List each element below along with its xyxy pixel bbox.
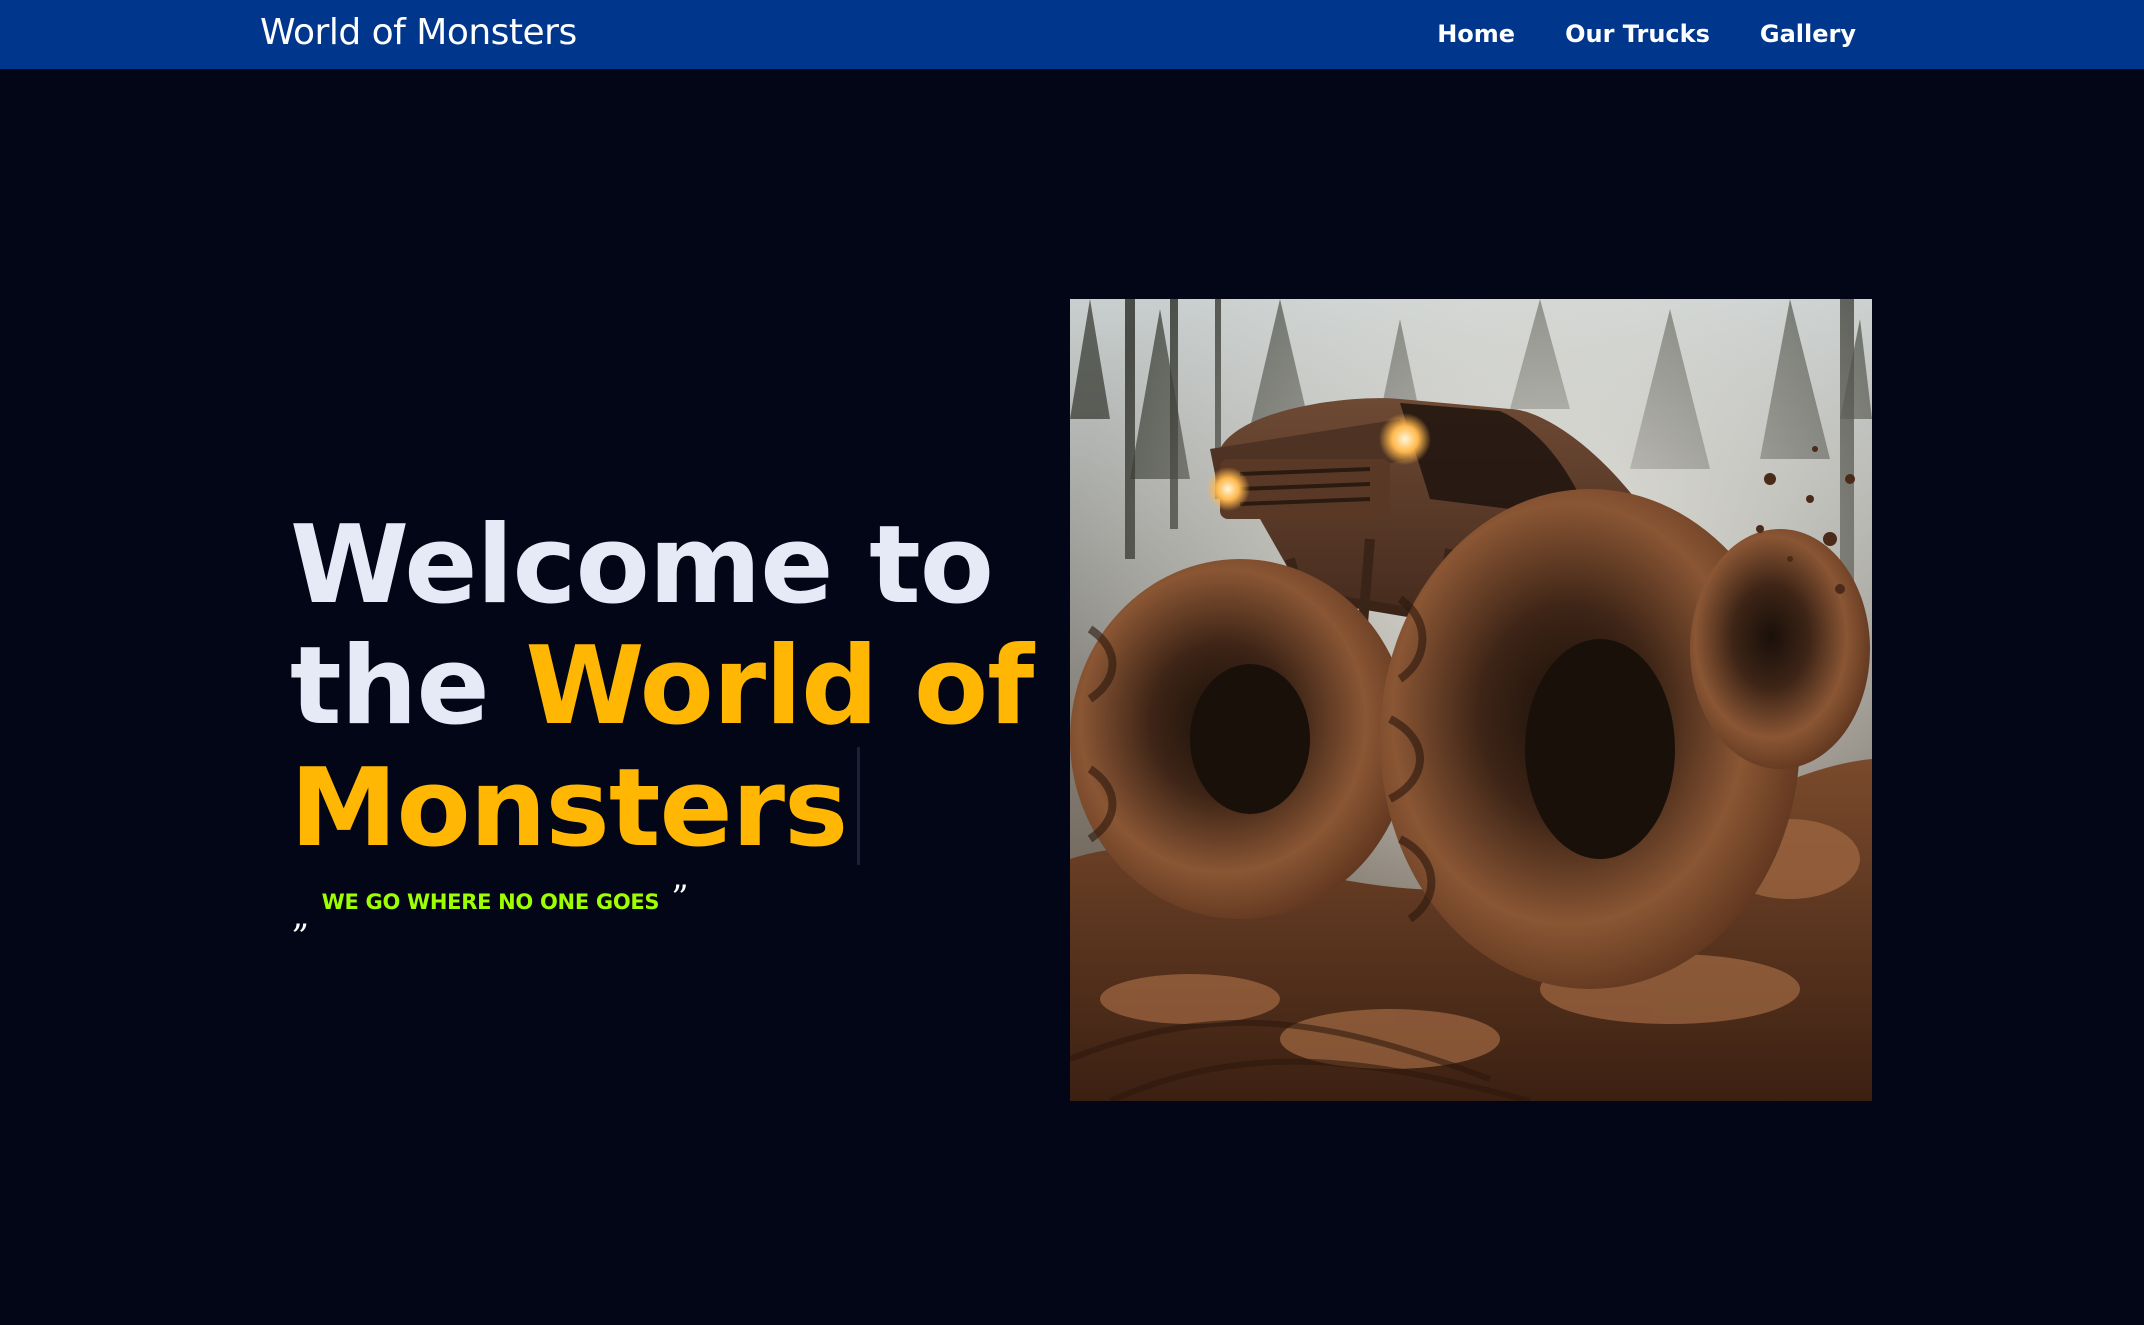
hero-heading-accent-1: World of [525, 624, 1034, 749]
main-nav: Home Our Trucks Gallery [1437, 16, 1856, 52]
hero-monster-truck-image [1070, 299, 1872, 1101]
brand-logo-link[interactable]: World of Monsters [260, 10, 577, 56]
hero-heading: Welcome to the World of Monsters [290, 505, 1050, 869]
hero-heading-accent-2: Monsters [290, 746, 848, 871]
nav-link-gallery[interactable]: Gallery [1760, 16, 1856, 52]
top-navbar: World of Monsters Home Our Trucks Galler… [0, 0, 2144, 69]
typing-caret [857, 747, 861, 865]
open-quote-mark: „ [292, 896, 310, 936]
hero-heading-line-2-plain: the [290, 624, 526, 749]
hero-tagline: „ WE GO WHERE NO ONE GOES ” [292, 881, 689, 936]
close-quote-mark: ” [671, 878, 689, 918]
hero-heading-line-1: Welcome to [290, 503, 994, 628]
nav-link-home[interactable]: Home [1437, 16, 1515, 52]
tagline-text: WE GO WHERE NO ONE GOES [321, 890, 660, 914]
nav-link-our-trucks[interactable]: Our Trucks [1565, 16, 1710, 52]
